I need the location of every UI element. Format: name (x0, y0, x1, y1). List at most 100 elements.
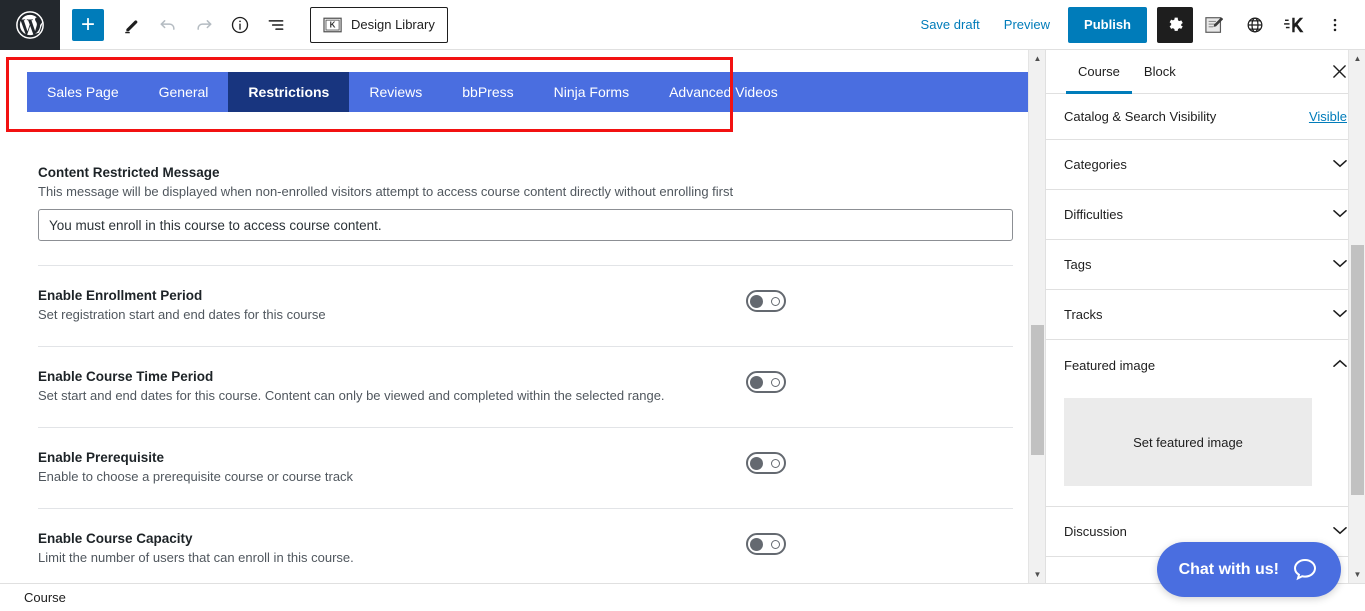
sidebar-tab-block[interactable]: Block (1132, 50, 1188, 94)
enable-course-capacity-title: Enable Course Capacity (38, 531, 193, 546)
enable-enrollment-period-texts: Enable Enrollment Period Set registratio… (38, 288, 326, 322)
scroll-down-arrow-icon[interactable]: ▼ (1349, 566, 1365, 583)
gear-icon (1169, 17, 1183, 31)
enable-course-time-period-texts: Enable Course Time Period Set start and … (38, 369, 665, 403)
settings-gear-button[interactable] (1157, 6, 1193, 43)
design-library-icon: K (323, 17, 342, 32)
featured-image-label: Featured image (1064, 357, 1156, 373)
enable-course-time-period-toggle[interactable] (746, 371, 786, 393)
sidebar-panel-tags[interactable]: Tags (1046, 240, 1365, 290)
featured-image-body: Set featured image (1046, 390, 1365, 507)
kadence-icon[interactable] (1277, 7, 1313, 43)
editor-toolbar: + K Design Library Save draft Preview Pu… (0, 0, 1365, 50)
chevron-down-icon (1333, 309, 1347, 321)
enable-course-time-period-description: Set start and end dates for this course.… (38, 388, 665, 403)
set-featured-image-button[interactable]: Set featured image (1064, 398, 1312, 486)
tab-restrictions[interactable]: Restrictions (228, 72, 350, 112)
globe-icon[interactable] (1237, 7, 1273, 43)
scrollbar-thumb[interactable] (1031, 325, 1044, 455)
toggle-ring (771, 377, 780, 387)
sidebar-vertical-scrollbar[interactable]: ▲ ▼ (1348, 50, 1365, 583)
more-options-icon[interactable] (1317, 7, 1353, 43)
tab-general[interactable]: General (139, 72, 229, 112)
tab-bbpress[interactable]: bbPress (442, 72, 533, 112)
preview-button[interactable]: Preview (992, 7, 1062, 43)
vertical-dots-icon (1333, 18, 1337, 31)
chat-with-us-button[interactable]: Chat with us! (1156, 542, 1341, 597)
pencil-icon[interactable] (114, 7, 150, 43)
enable-course-capacity-row: Enable Course Capacity Limit the number … (38, 509, 1013, 565)
sidebar-panel-tracks[interactable]: Tracks (1046, 290, 1365, 340)
info-icon[interactable] (222, 7, 258, 43)
enable-prerequisite-texts: Enable Prerequisite Enable to choose a p… (38, 450, 353, 484)
editor-body: Sales Page General Restrictions Reviews … (0, 50, 1365, 583)
enable-course-capacity-description: Limit the number of users that can enrol… (38, 550, 354, 565)
toggle-knob (750, 456, 763, 470)
tags-label: Tags (1064, 257, 1092, 272)
tab-advanced-videos[interactable]: Advanced Videos (649, 72, 798, 112)
list-view-icon-svg (268, 19, 284, 30)
editor-sidebar: Course Block Catalog & Search Visibility… (1045, 50, 1365, 583)
edit-document-icon-svg (1205, 16, 1224, 33)
course-settings-content: Sales Page General Restrictions Reviews … (0, 50, 1045, 583)
scroll-up-arrow-icon[interactable]: ▲ (1029, 50, 1045, 67)
save-draft-button[interactable]: Save draft (909, 7, 992, 43)
sidebar-panel-featured-image[interactable]: Featured image (1046, 340, 1365, 390)
content-vertical-scrollbar[interactable]: ▲ ▼ (1028, 50, 1045, 583)
scroll-up-arrow-icon[interactable]: ▲ (1349, 50, 1365, 67)
content-restricted-message-group: Content Restricted Message This message … (38, 165, 1013, 241)
chevron-down-icon (1333, 159, 1347, 171)
redo-icon-svg (197, 19, 212, 30)
toggle-ring (771, 458, 780, 468)
edit-document-icon[interactable] (1197, 7, 1233, 43)
content-restricted-message-input[interactable] (38, 209, 1013, 241)
scroll-down-arrow-icon[interactable]: ▼ (1029, 566, 1045, 583)
chevron-up-icon (1333, 359, 1347, 371)
tab-ninja-forms[interactable]: Ninja Forms (534, 72, 649, 112)
tracks-label: Tracks (1064, 307, 1103, 322)
enable-prerequisite-row: Enable Prerequisite Enable to choose a p… (38, 428, 1013, 484)
toggle-ring (771, 296, 780, 306)
globe-icon-svg (1247, 17, 1263, 32)
categories-label: Categories (1064, 157, 1127, 172)
sidebar-panel-difficulties[interactable]: Difficulties (1046, 190, 1365, 240)
undo-icon[interactable] (150, 7, 186, 43)
design-library-button[interactable]: K Design Library (310, 6, 448, 43)
enable-enrollment-period-title: Enable Enrollment Period (38, 288, 203, 303)
chevron-down-icon (1333, 259, 1347, 271)
sidebar-panel-categories[interactable]: Categories (1046, 140, 1365, 190)
toggle-knob (750, 375, 763, 389)
list-view-icon[interactable] (258, 7, 294, 43)
tab-reviews[interactable]: Reviews (349, 72, 442, 112)
publish-button[interactable]: Publish (1068, 6, 1147, 43)
enable-prerequisite-title: Enable Prerequisite (38, 450, 165, 465)
enable-enrollment-period-row: Enable Enrollment Period Set registratio… (38, 266, 1013, 322)
enable-course-capacity-toggle[interactable] (746, 533, 786, 555)
course-settings-tabs: Sales Page General Restrictions Reviews … (27, 72, 1031, 112)
catalog-search-visibility-value[interactable]: Visible (1309, 109, 1347, 124)
catalog-search-visibility-row[interactable]: Catalog & Search Visibility Visible (1046, 94, 1365, 140)
enable-course-capacity-texts: Enable Course Capacity Limit the number … (38, 531, 354, 565)
chevron-down-icon (1333, 209, 1347, 221)
tab-sales-page[interactable]: Sales Page (27, 72, 139, 112)
sidebar-header: Course Block (1046, 50, 1365, 94)
redo-icon[interactable] (186, 7, 222, 43)
breadcrumb[interactable]: Course (24, 590, 66, 605)
chevron-up-icon-svg (1333, 359, 1347, 367)
editor-bottom-bar: Course (0, 583, 1365, 611)
undo-icon-svg (160, 19, 175, 30)
enable-prerequisite-toggle[interactable] (746, 452, 786, 474)
catalog-search-visibility-label: Catalog & Search Visibility (1064, 109, 1217, 124)
design-library-label: Design Library (351, 17, 435, 32)
restrictions-panel: Content Restricted Message This message … (38, 165, 1013, 583)
close-icon-svg (1332, 65, 1346, 78)
chevron-down-icon-svg (1333, 259, 1347, 267)
wordpress-logo[interactable] (0, 0, 60, 50)
scrollbar-thumb[interactable] (1351, 245, 1364, 495)
enable-enrollment-period-toggle[interactable] (746, 290, 786, 312)
add-block-button[interactable]: + (72, 8, 104, 41)
enable-prerequisite-description: Enable to choose a prerequisite course o… (38, 469, 354, 484)
toggle-ring (771, 539, 780, 549)
sidebar-tab-course[interactable]: Course (1066, 50, 1132, 94)
toolbar-right-group: Save draft Preview Publish (909, 6, 1365, 43)
